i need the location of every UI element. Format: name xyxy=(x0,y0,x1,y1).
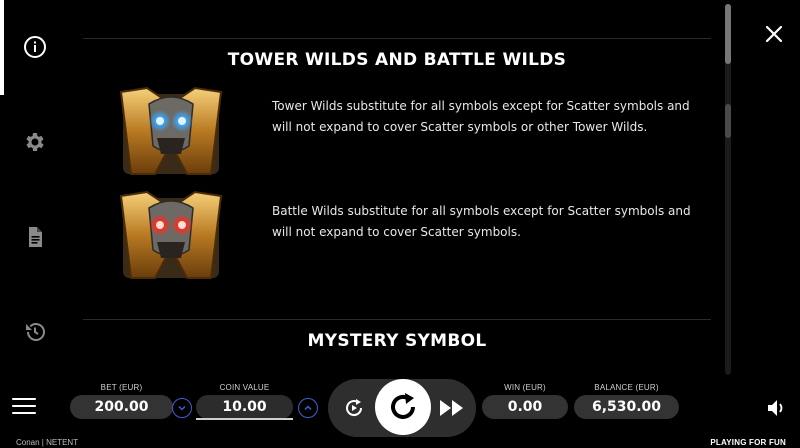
autoplay-button[interactable] xyxy=(340,394,368,422)
scrollbar-thumb[interactable] xyxy=(725,104,731,138)
coin-value[interactable]: 10.00 xyxy=(196,395,293,419)
scrollbar-top-segment xyxy=(725,4,731,64)
coin-value-label: COIN VALUE xyxy=(219,383,270,392)
win-value: 0.00 xyxy=(482,395,568,419)
fast-forward-icon xyxy=(440,400,463,416)
fast-forward-button[interactable] xyxy=(438,396,466,420)
coin-value-underline xyxy=(196,418,293,420)
hamburger-line xyxy=(12,412,36,414)
sidebar-active-indicator xyxy=(0,0,4,95)
sound-button[interactable] xyxy=(766,397,788,419)
game-provider-label: Conan | NETENT xyxy=(16,438,79,447)
gear-icon xyxy=(26,133,44,151)
game-control-bar: BET (EUR) 200.00 COIN VALUE 10.00 WIN (E… xyxy=(0,375,800,448)
sidebar-item-history[interactable] xyxy=(17,314,53,350)
autoplay-icon xyxy=(346,399,363,417)
sidebar-item-settings[interactable] xyxy=(17,124,53,160)
hamburger-line xyxy=(12,405,36,407)
tower-wild-symbol xyxy=(119,86,223,175)
spin-button[interactable] xyxy=(375,379,431,435)
sidebar-item-paytable[interactable] xyxy=(17,219,53,255)
win-label: WIN (EUR) xyxy=(504,383,546,392)
coin-value-decrease-button[interactable] xyxy=(172,398,192,418)
balance-value: 6,530.00 xyxy=(574,395,679,419)
play-mode-label: PLAYING FOR FUN xyxy=(710,438,786,447)
document-icon xyxy=(29,227,42,247)
chevron-up-icon xyxy=(304,405,312,411)
info-icon xyxy=(24,36,46,58)
section-title-mystery: MYSTERY SYMBOL xyxy=(307,331,487,351)
bet-label: BET (EUR) xyxy=(100,383,143,392)
section-divider xyxy=(83,319,711,320)
spin-icon xyxy=(391,393,415,419)
menu-button[interactable] xyxy=(12,398,36,418)
close-icon xyxy=(765,25,783,43)
battle-wild-symbol xyxy=(119,190,223,279)
coin-value-increase-button[interactable] xyxy=(298,398,318,418)
paytable-content[interactable]: TOWER WILDS AND BATTLE WILDS Tower Wilds… xyxy=(83,0,713,375)
sidebar-item-info[interactable] xyxy=(17,29,53,65)
sidebar xyxy=(0,0,70,375)
close-button[interactable] xyxy=(761,21,787,47)
history-icon xyxy=(26,323,45,341)
hamburger-menu-icon xyxy=(12,398,36,400)
speaker-icon xyxy=(768,400,783,416)
section-title-wilds: TOWER WILDS AND BATTLE WILDS xyxy=(227,50,567,70)
battle-wild-description: Battle Wilds substitute for all symbols … xyxy=(272,204,691,239)
bet-value[interactable]: 200.00 xyxy=(70,395,173,419)
tower-wild-description: Tower Wilds substitute for all symbols e… xyxy=(272,99,690,134)
balance-label: BALANCE (EUR) xyxy=(594,383,659,392)
section-divider xyxy=(83,38,711,39)
chevron-down-icon xyxy=(178,405,186,411)
